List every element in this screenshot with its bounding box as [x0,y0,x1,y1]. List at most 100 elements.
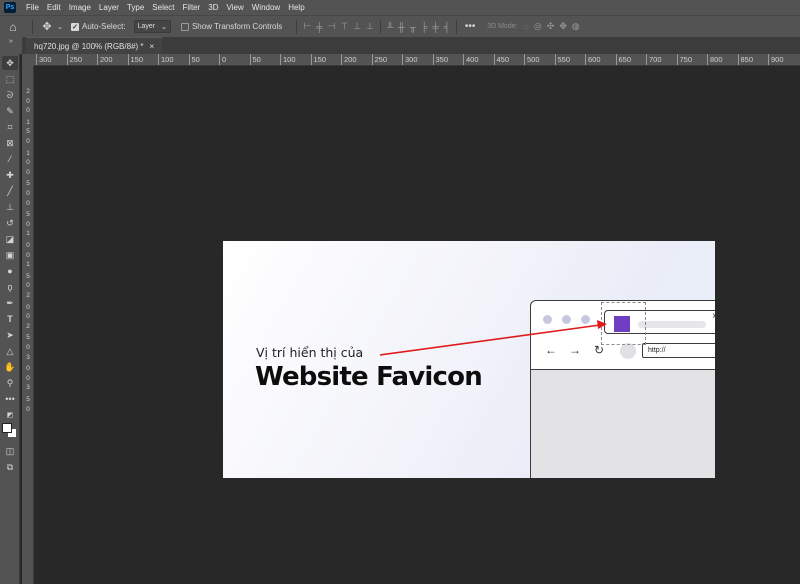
menu-image[interactable]: Image [65,0,95,15]
menu-view[interactable]: View [223,0,248,15]
ruler-tick-label: 300 [39,55,52,64]
ruler-tick-label: 0 [26,168,30,176]
screen-mode-icon[interactable]: ⧉ [2,460,18,474]
align-right-icon[interactable]: ⊣ [327,21,335,32]
pen-tool-icon[interactable]: ✒ [2,296,18,310]
ruler-tick-label: 0 [26,365,30,373]
shape-tool-icon[interactable]: △ [2,344,18,358]
quick-select-tool-icon[interactable]: ✎ [2,104,18,118]
ruler-tick-label: 2 [26,88,30,95]
menu-edit[interactable]: Edit [43,0,65,15]
menu-bar: Ps File Edit Image Layer Type Select Fil… [0,0,800,15]
zoom-tool-icon[interactable]: ⚲ [2,376,18,390]
swap-colors-icon[interactable]: ◩ [2,408,18,422]
more-options-icon[interactable]: ••• [463,21,477,32]
menu-filter[interactable]: Filter [179,0,205,15]
crop-tool-icon[interactable]: ⌗ [2,120,18,134]
ruler-tick: 600 [585,54,601,65]
document-image[interactable]: Vị trí hiển thị của Website Favicon × ← … [223,241,715,478]
align-bottom-icon[interactable]: ⊥ [366,21,374,32]
ruler-tick: 550 [554,54,570,65]
distribute-top-icon[interactable]: ╨ [387,22,393,32]
menu-file[interactable]: File [22,0,43,15]
menu-3d[interactable]: 3D [204,0,222,15]
more-tools-icon[interactable]: ••• [2,392,18,406]
distribute-group: ╨ ╫ ╥ ╞ ╪ ╡ [387,22,450,32]
divider [32,19,33,34]
frame-tool-icon[interactable]: ⊠ [2,136,18,150]
hand-tool-icon[interactable]: ✋ [2,360,18,374]
ruler-tick: 900 [768,54,784,65]
align-top-icon[interactable]: ⊤ [340,21,348,32]
align-center-icon[interactable]: ╪ [316,22,322,32]
ruler-tick-label: 0 [26,313,30,321]
menu-help[interactable]: Help [284,0,308,15]
home-icon[interactable]: ⌂ [0,20,26,34]
ruler-tick-label: 150 [313,55,327,64]
3d-scale-icon[interactable]: ◍ [572,21,580,32]
blur-tool-icon[interactable]: ● [2,264,18,278]
arrow-head-icon [597,320,607,329]
ruler-tick-label: 250 [69,55,83,64]
ruler-tick-label: 5 [26,396,30,403]
distribute-middle-icon[interactable]: ╫ [398,22,404,32]
distribute-left-icon[interactable]: ╞ [421,22,427,32]
ruler-tick-label: 0 [26,251,30,259]
quick-mask-icon[interactable]: ◫ [2,444,18,458]
auto-select-dropdown[interactable]: Layer ⌄ [133,20,171,33]
3d-pan-icon[interactable]: ✣ [547,21,555,32]
close-icon[interactable]: × [150,42,155,51]
3d-roll-icon[interactable]: ◎ [534,21,542,32]
vertical-ruler[interactable]: 20015010050050100150200250300350 [22,66,34,584]
path-selection-tool-icon[interactable]: ➤ [2,328,18,342]
ruler-tick-label: 0 [26,138,30,145]
distribute-right-icon[interactable]: ╡ [444,22,450,32]
options-bar: ⌂ ✥ ⌄ ✓ Auto-Select: Layer ⌄ Show Transf… [0,15,800,37]
menu-type[interactable]: Type [123,0,148,15]
type-tool-icon[interactable]: T [2,312,18,326]
ruler-tick-label: 3 [26,384,30,392]
clone-stamp-tool-icon[interactable]: ⊥ [2,200,18,214]
dodge-tool-icon[interactable]: ϙ [2,280,18,294]
eyedropper-tool-icon[interactable]: ⁄ [2,152,18,166]
gradient-tool-icon[interactable]: ▣ [2,248,18,262]
ruler-tick-label: 0 [222,55,227,64]
ruler-tick-label: 250 [374,55,388,64]
document-tab-bar: hq720.jpg @ 100% (RGB/8#) * × [22,37,800,54]
ruler-tick: 50 [188,54,200,65]
ruler-tick-label: 450 [496,55,510,64]
menu-layer[interactable]: Layer [95,0,123,15]
ruler-tick-label: 150 [130,55,144,64]
menu-select[interactable]: Select [148,0,178,15]
ruler-tick: 250 [371,54,387,65]
3d-orbit-icon[interactable]: ◌ [524,22,529,32]
align-middle-icon[interactable]: ⊥ [353,21,361,32]
document-tab[interactable]: hq720.jpg @ 100% (RGB/8#) * × [26,37,163,54]
move-tool-icon[interactable]: ✥ [2,56,18,70]
3d-slide-icon[interactable]: ✥ [559,21,567,32]
color-swatches-icon[interactable] [2,422,18,440]
chevron-down-icon[interactable]: ⌄ [55,23,65,31]
menu-window[interactable]: Window [248,0,284,15]
history-brush-tool-icon[interactable]: ↺ [2,216,18,230]
ruler-tick: 0 [219,54,226,65]
ruler-tick-label: 5 [26,272,30,280]
lasso-tool-icon[interactable]: ᘐ [2,88,18,102]
auto-select-checkbox[interactable]: ✓ Auto-Select: [71,22,126,31]
ruler-tick: 350 [432,54,448,65]
eraser-tool-icon[interactable]: ◪ [2,232,18,246]
healing-brush-tool-icon[interactable]: ✚ [2,168,18,182]
ruler-tick-label: 600 [588,55,601,64]
brush-tool-icon[interactable]: ╱ [2,184,18,198]
divider [379,19,381,34]
marquee-tool-icon[interactable]: ⬚ [2,72,18,86]
show-transform-checkbox[interactable]: Show Transform Controls [180,22,282,31]
panel-collapse-icon[interactable]: » [0,37,22,54]
move-tool-icon[interactable]: ✥ [39,20,55,33]
ruler-tick: 750 [676,54,692,65]
ruler-tick-label: 500 [527,55,540,64]
distribute-center-icon[interactable]: ╪ [432,22,438,32]
align-left-icon[interactable]: ⊢ [303,21,311,32]
distribute-bottom-icon[interactable]: ╥ [410,22,416,32]
horizontal-ruler[interactable]: 300 250 200 150 100 50 0 50 100 150 200 250 300 350 40… [34,54,800,66]
